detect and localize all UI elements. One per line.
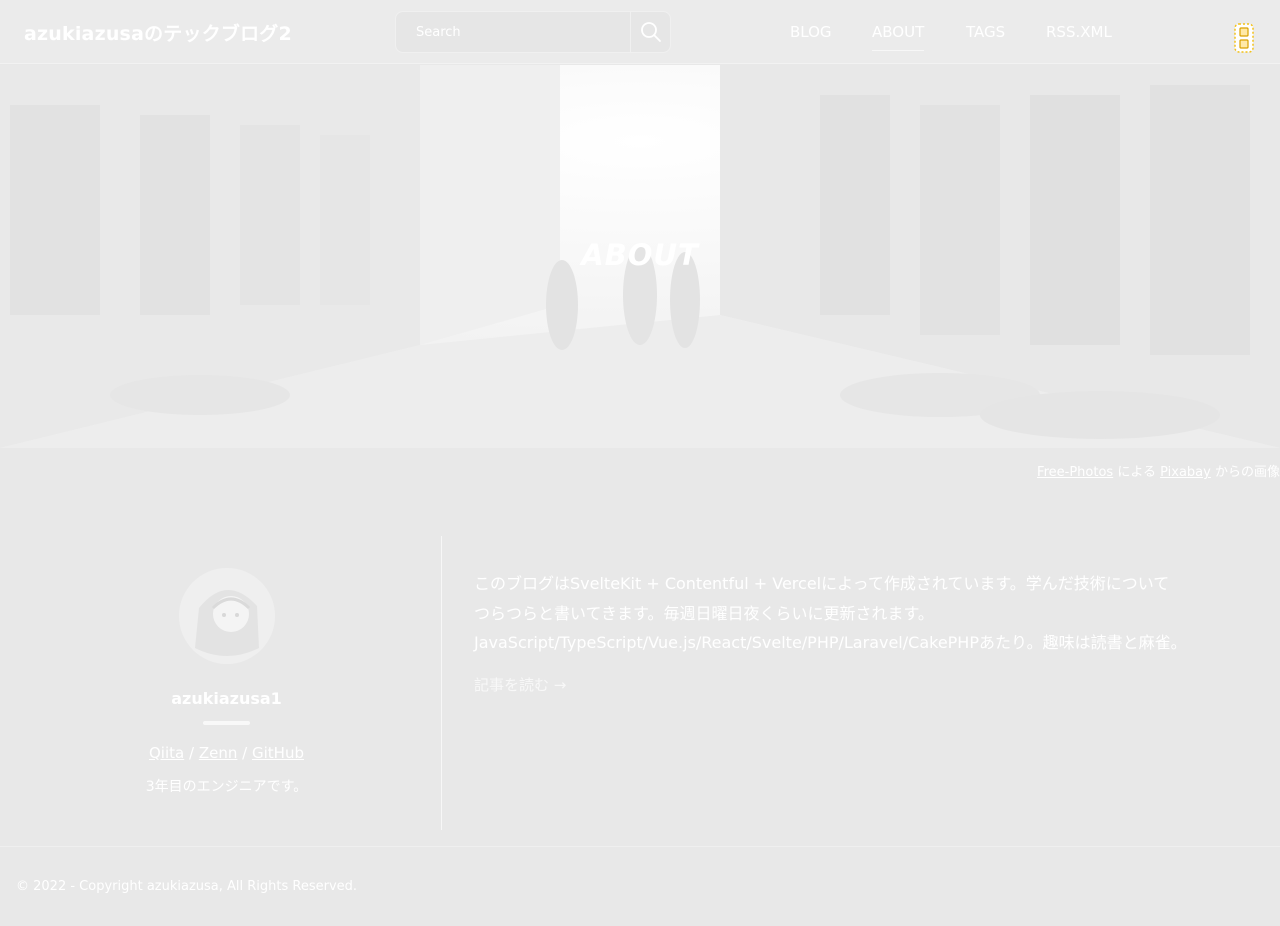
link-separator: / [189, 744, 195, 762]
nav-item-tags[interactable]: TAGS [966, 23, 1005, 41]
site-header: azukiazusaのテックブログ2 BLOG ABOUT TAGS RSS.X… [0, 0, 1280, 64]
site-title[interactable]: azukiazusaのテックブログ2 [24, 19, 292, 46]
about-line: つらつらと書いてきます。毎週日曜日夜くらいに更新されます。 [474, 603, 934, 623]
page-title: ABOUT [581, 238, 699, 272]
profile-card: azukiazusa1 Qiita / Zenn / GitHub 3年目のエン… [0, 536, 441, 830]
qiita-link[interactable]: Qiita [149, 744, 184, 762]
search-box [395, 11, 671, 53]
credit-text-mid: による [1117, 465, 1156, 480]
about-line: このブログはSvelteKit + Contentful + Vercelによっ… [474, 574, 1170, 593]
author-name: azukiazusa1 [171, 689, 282, 708]
credit-text-end: からの画像 [1214, 465, 1280, 480]
profile-description: 3年目のエンジニアです。 [145, 779, 308, 795]
hero-banner: ABOUT [0, 65, 1280, 448]
avatar [179, 568, 275, 664]
search-input[interactable] [397, 13, 629, 51]
image-credit: Free-Photos による Pixabay からの画像 [1037, 461, 1280, 480]
footer-divider [0, 846, 1280, 847]
credit-author-link[interactable]: Free-Photos [1037, 465, 1113, 480]
vertical-divider [441, 536, 442, 830]
sun-icon [1234, 23, 1254, 53]
about-description: このブログはSvelteKit + Contentful + Vercelによっ… [474, 569, 1244, 658]
nav-item-blog[interactable]: BLOG [790, 23, 832, 41]
credit-site-link[interactable]: Pixabay [1160, 465, 1211, 480]
zenn-link[interactable]: Zenn [199, 744, 238, 762]
link-separator: / [242, 744, 248, 762]
github-link[interactable]: GitHub [252, 744, 304, 762]
nav-item-rss[interactable]: RSS.XML [1046, 23, 1112, 41]
about-line: JavaScript/TypeScript/Vue.js/React/Svelt… [474, 633, 1187, 652]
search-icon [640, 22, 661, 42]
nav-item-about[interactable]: ABOUT [872, 23, 925, 51]
copyright-text: © 2022 - Copyright azukiazusa, All Right… [16, 879, 358, 894]
profile-links: Qiita / Zenn / GitHub [0, 744, 453, 762]
theme-toggle-button[interactable] [1230, 20, 1258, 56]
search-button[interactable] [630, 12, 670, 52]
avatar-illustration-icon [179, 568, 275, 664]
name-underline-divider [203, 721, 250, 725]
read-articles-link[interactable]: 記事を読む → [474, 674, 566, 695]
